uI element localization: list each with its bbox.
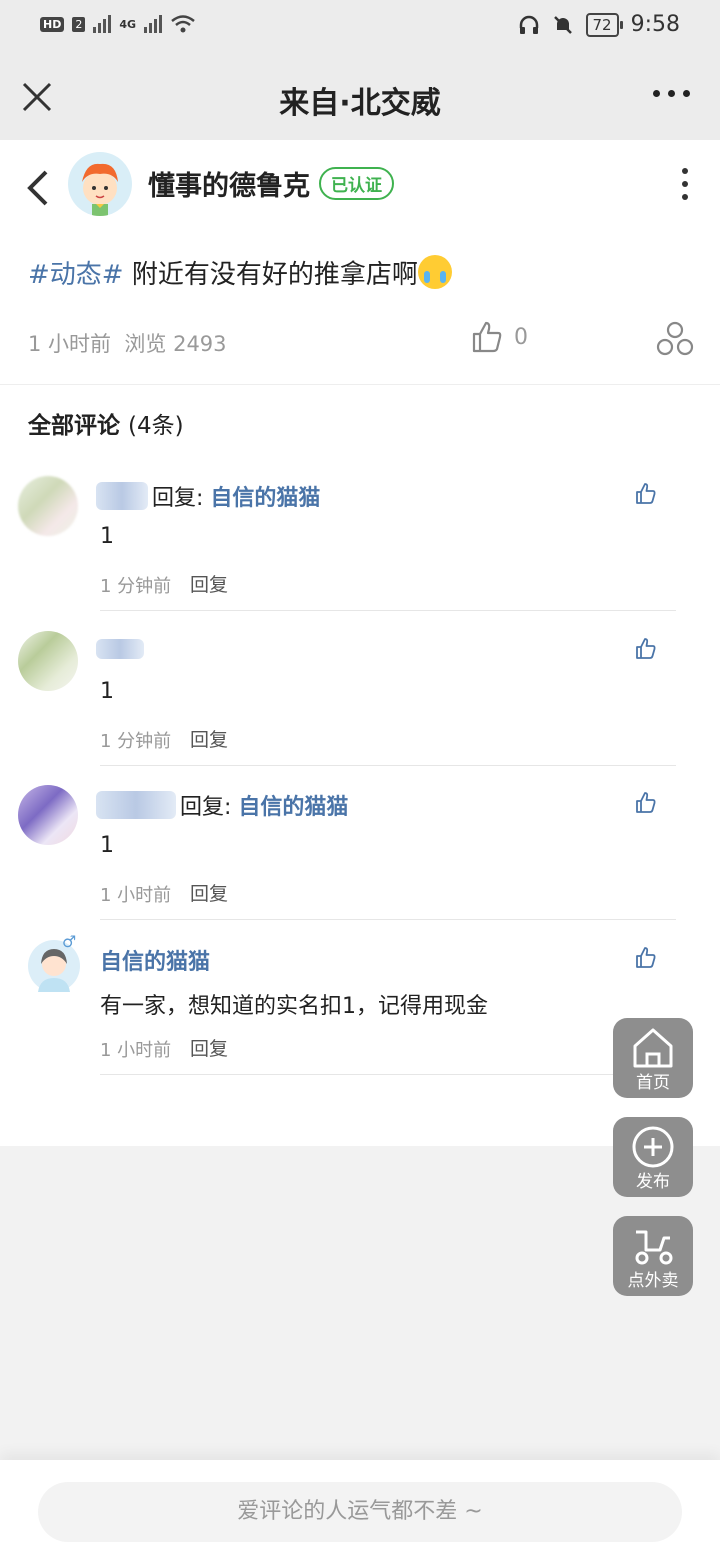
verified-badge: 已认证 bbox=[319, 167, 394, 200]
comment-like-icon[interactable] bbox=[634, 791, 658, 815]
signal-icon bbox=[93, 15, 112, 33]
post-text: 附近有没有好的推拿店啊 bbox=[123, 260, 418, 290]
home-icon bbox=[633, 1028, 673, 1068]
commenter-name-blurred bbox=[96, 482, 148, 510]
comment-input[interactable]: 爱评论的人运气都不差 ~ bbox=[38, 1482, 682, 1542]
like-icon bbox=[472, 321, 502, 353]
comments-header: 全部评论 (4条) bbox=[28, 406, 184, 440]
comment-divider bbox=[100, 919, 676, 920]
comment-header: 回复: 自信的猫猫 bbox=[180, 789, 348, 821]
comments-label: 全部评论 bbox=[28, 413, 120, 439]
crying-emoji-icon bbox=[417, 255, 452, 289]
comment-time: 1 小时前 bbox=[100, 885, 172, 906]
comment-like-icon[interactable] bbox=[634, 637, 658, 661]
comment-text: 1 bbox=[100, 524, 114, 549]
home-label: 首页 bbox=[636, 1073, 670, 1093]
back-icon[interactable] bbox=[24, 168, 54, 208]
male-gender-icon: ♂ bbox=[62, 932, 77, 951]
post-like-count: 0 bbox=[514, 324, 528, 350]
post-views: 浏览 2493 bbox=[124, 332, 227, 356]
plus-icon bbox=[632, 1126, 674, 1168]
network-label: 4G bbox=[119, 17, 137, 31]
cartoon-avatar-icon bbox=[82, 163, 118, 216]
reply-to-name[interactable]: 自信的猫猫 bbox=[238, 795, 348, 820]
comment-time: 1 分钟前 bbox=[100, 576, 172, 597]
author-avatar[interactable] bbox=[68, 152, 132, 216]
reply-prefix: 回复: bbox=[180, 795, 232, 820]
mute-bell-icon bbox=[553, 15, 572, 34]
post-card: 懂事的德鲁克 已认证 #动态# 附近有没有好的推拿店啊 1 小时前 浏览 249… bbox=[0, 140, 720, 1146]
share-icon[interactable] bbox=[656, 320, 694, 358]
publish-label: 发布 bbox=[636, 1172, 670, 1192]
divider bbox=[0, 384, 720, 385]
comment-like-icon[interactable] bbox=[634, 482, 658, 506]
headphones-icon bbox=[519, 15, 538, 34]
post-meta: 1 小时前 浏览 2493 bbox=[28, 328, 227, 358]
comment-divider bbox=[100, 1074, 676, 1075]
comment-divider bbox=[100, 765, 676, 766]
comment-text: 1 bbox=[100, 679, 114, 704]
wifi-icon bbox=[171, 15, 195, 33]
comment-header: 回复: 自信的猫猫 bbox=[152, 480, 320, 512]
comment-reply-button[interactable]: 回复 bbox=[190, 879, 228, 906]
status-bar: HD 2 4G 72 9:58 bbox=[0, 0, 720, 56]
comment-time: 1 分钟前 bbox=[100, 731, 172, 752]
status-right: 72 9:58 bbox=[518, 12, 680, 37]
sim-icon: 2 bbox=[72, 16, 86, 32]
comment-time: 1 小时前 bbox=[100, 1040, 172, 1061]
commenter-name-blurred bbox=[96, 791, 176, 819]
commenter-avatar[interactable] bbox=[18, 476, 78, 536]
commenter-avatar[interactable] bbox=[18, 631, 78, 691]
post-time: 1 小时前 bbox=[28, 332, 112, 356]
title-bar: 来自·北交威 bbox=[0, 56, 720, 140]
comment-like-icon[interactable] bbox=[634, 946, 658, 970]
signal-icon-2 bbox=[144, 15, 163, 33]
hd-icon: HD bbox=[40, 16, 65, 32]
takeout-label: 点外卖 bbox=[627, 1271, 679, 1291]
comment-text: 1 bbox=[100, 833, 114, 858]
commenter-name-blurred bbox=[96, 639, 144, 659]
topic-tag[interactable]: #动态# bbox=[28, 260, 124, 290]
comment-divider bbox=[100, 610, 676, 611]
post-content: #动态# 附近有没有好的推拿店啊 bbox=[28, 254, 452, 291]
scooter-icon bbox=[635, 1230, 673, 1265]
more-icon[interactable] bbox=[653, 90, 690, 97]
home-button[interactable]: 首页 bbox=[613, 1018, 693, 1098]
comment-reply-button[interactable]: 回复 bbox=[190, 725, 228, 752]
publish-button[interactable]: 发布 bbox=[613, 1117, 693, 1197]
reply-prefix: 回复: bbox=[152, 486, 204, 511]
comment-bar: 爱评论的人运气都不差 ~ bbox=[0, 1460, 720, 1560]
clock: 9:58 bbox=[630, 12, 680, 37]
commenter-name[interactable]: 自信的猫猫 bbox=[100, 944, 210, 976]
comment-reply-button[interactable]: 回复 bbox=[190, 570, 228, 597]
battery-indicator: 72 bbox=[585, 12, 623, 37]
comment-text: 有一家，想知道的实名扣1，记得用现金 bbox=[100, 994, 488, 1019]
comments-count: (4条) bbox=[128, 413, 184, 439]
status-left: HD 2 4G bbox=[40, 14, 196, 34]
post-like-button[interactable]: 0 bbox=[470, 320, 528, 354]
author-name[interactable]: 懂事的德鲁克 bbox=[148, 164, 310, 203]
post-menu-icon[interactable] bbox=[682, 168, 688, 200]
comment-reply-button[interactable]: 回复 bbox=[190, 1034, 228, 1061]
page-title: 来自·北交威 bbox=[279, 86, 441, 121]
reply-to-name[interactable]: 自信的猫猫 bbox=[210, 486, 320, 511]
takeout-button[interactable]: 点外卖 bbox=[613, 1216, 693, 1296]
commenter-avatar[interactable] bbox=[18, 785, 78, 845]
